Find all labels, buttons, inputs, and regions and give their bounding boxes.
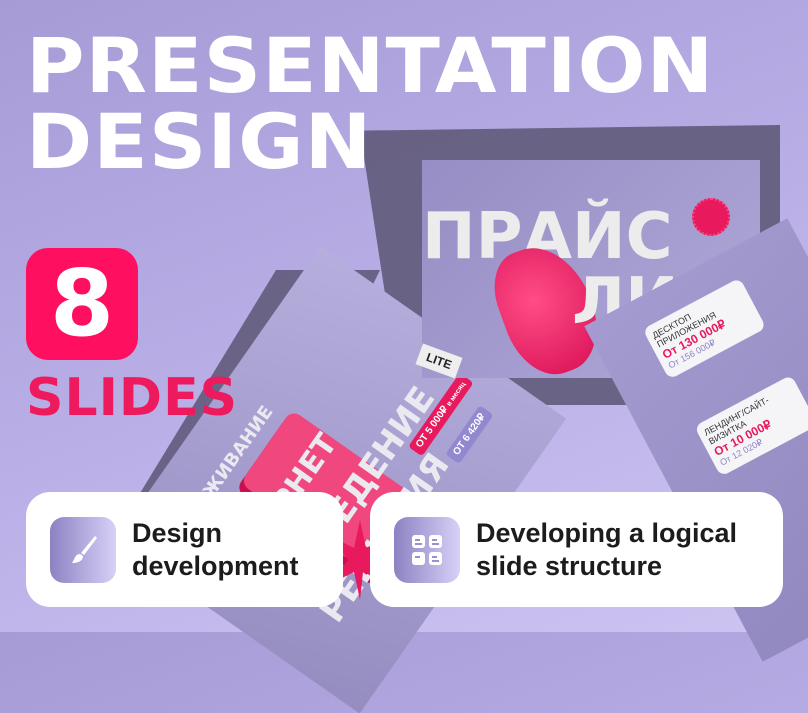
- grid-layout-icon: [394, 516, 460, 583]
- feature-label: development: [132, 550, 299, 581]
- headline-line: DESIGN: [26, 97, 373, 186]
- feature-card-design: Design development: [26, 492, 343, 607]
- headline: PRESENTATION DESIGN: [26, 28, 714, 180]
- slide-count-label: SLIDES: [26, 368, 239, 428]
- price-card: ДЕСКТОП ПРИЛОЖЕНИЯ От 130 000₽ От 156 00…: [642, 277, 767, 380]
- feature-card-structure: Developing a logical slide structure: [370, 492, 783, 607]
- price-tag: ОТ 6 420₽: [445, 405, 494, 465]
- feature-label: slide structure: [476, 550, 663, 581]
- seal-icon: [692, 198, 730, 236]
- paintbrush-icon: [50, 516, 116, 583]
- slide-count-badge: 8: [26, 248, 138, 360]
- price-card: ЛЕНДИНГ/САЙТ-ВИЗИТКА От 10 000₽ От 12 02…: [694, 374, 808, 477]
- feature-label: Design: [132, 517, 223, 548]
- headline-line: PRESENTATION: [26, 21, 715, 110]
- feature-label: Developing a logical: [476, 517, 738, 548]
- price-tag-sub: в месяц: [445, 381, 468, 408]
